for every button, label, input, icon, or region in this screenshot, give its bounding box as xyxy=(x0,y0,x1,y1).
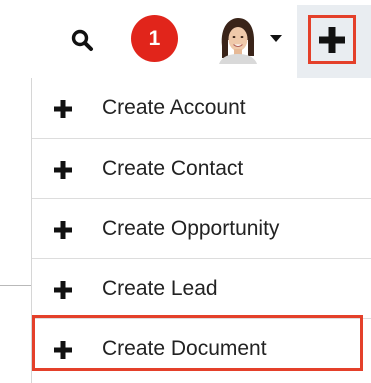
search-icon xyxy=(71,29,93,51)
menu-item-label: Create Contact xyxy=(102,157,244,180)
caret-down-icon xyxy=(270,35,282,42)
page: 1 Create Account Create Contact Create O… xyxy=(0,0,371,383)
menu-item-label: Create Lead xyxy=(102,277,218,300)
menu-item-create-opportunity[interactable]: Create Opportunity xyxy=(32,199,371,259)
quick-create-button[interactable] xyxy=(308,15,356,64)
menu-item-create-account[interactable]: Create Account xyxy=(32,78,371,138)
plus-icon xyxy=(54,100,72,118)
plus-icon xyxy=(54,221,72,239)
menu-item-label: Create Document xyxy=(102,337,267,360)
quick-create-area xyxy=(297,5,371,78)
notifications-count: 1 xyxy=(148,26,161,50)
menu-item-create-contact[interactable]: Create Contact xyxy=(32,139,371,199)
menu-item-create-document[interactable]: Create Document xyxy=(32,319,371,379)
notifications-badge[interactable]: 1 xyxy=(131,15,178,62)
plus-icon xyxy=(54,281,72,299)
search-button[interactable] xyxy=(68,26,98,56)
plus-icon xyxy=(319,26,345,53)
menu-item-label: Create Opportunity xyxy=(102,217,280,240)
quick-create-dropdown: Create Account Create Contact Create Opp… xyxy=(31,78,371,383)
plus-icon xyxy=(54,341,72,359)
user-menu[interactable] xyxy=(214,16,288,64)
plus-icon xyxy=(54,161,72,179)
menu-item-label: Create Account xyxy=(102,96,246,119)
menu-item-create-lead[interactable]: Create Lead xyxy=(32,259,371,319)
divider-line xyxy=(0,285,31,286)
top-header: 1 xyxy=(0,0,371,78)
avatar xyxy=(214,16,260,64)
